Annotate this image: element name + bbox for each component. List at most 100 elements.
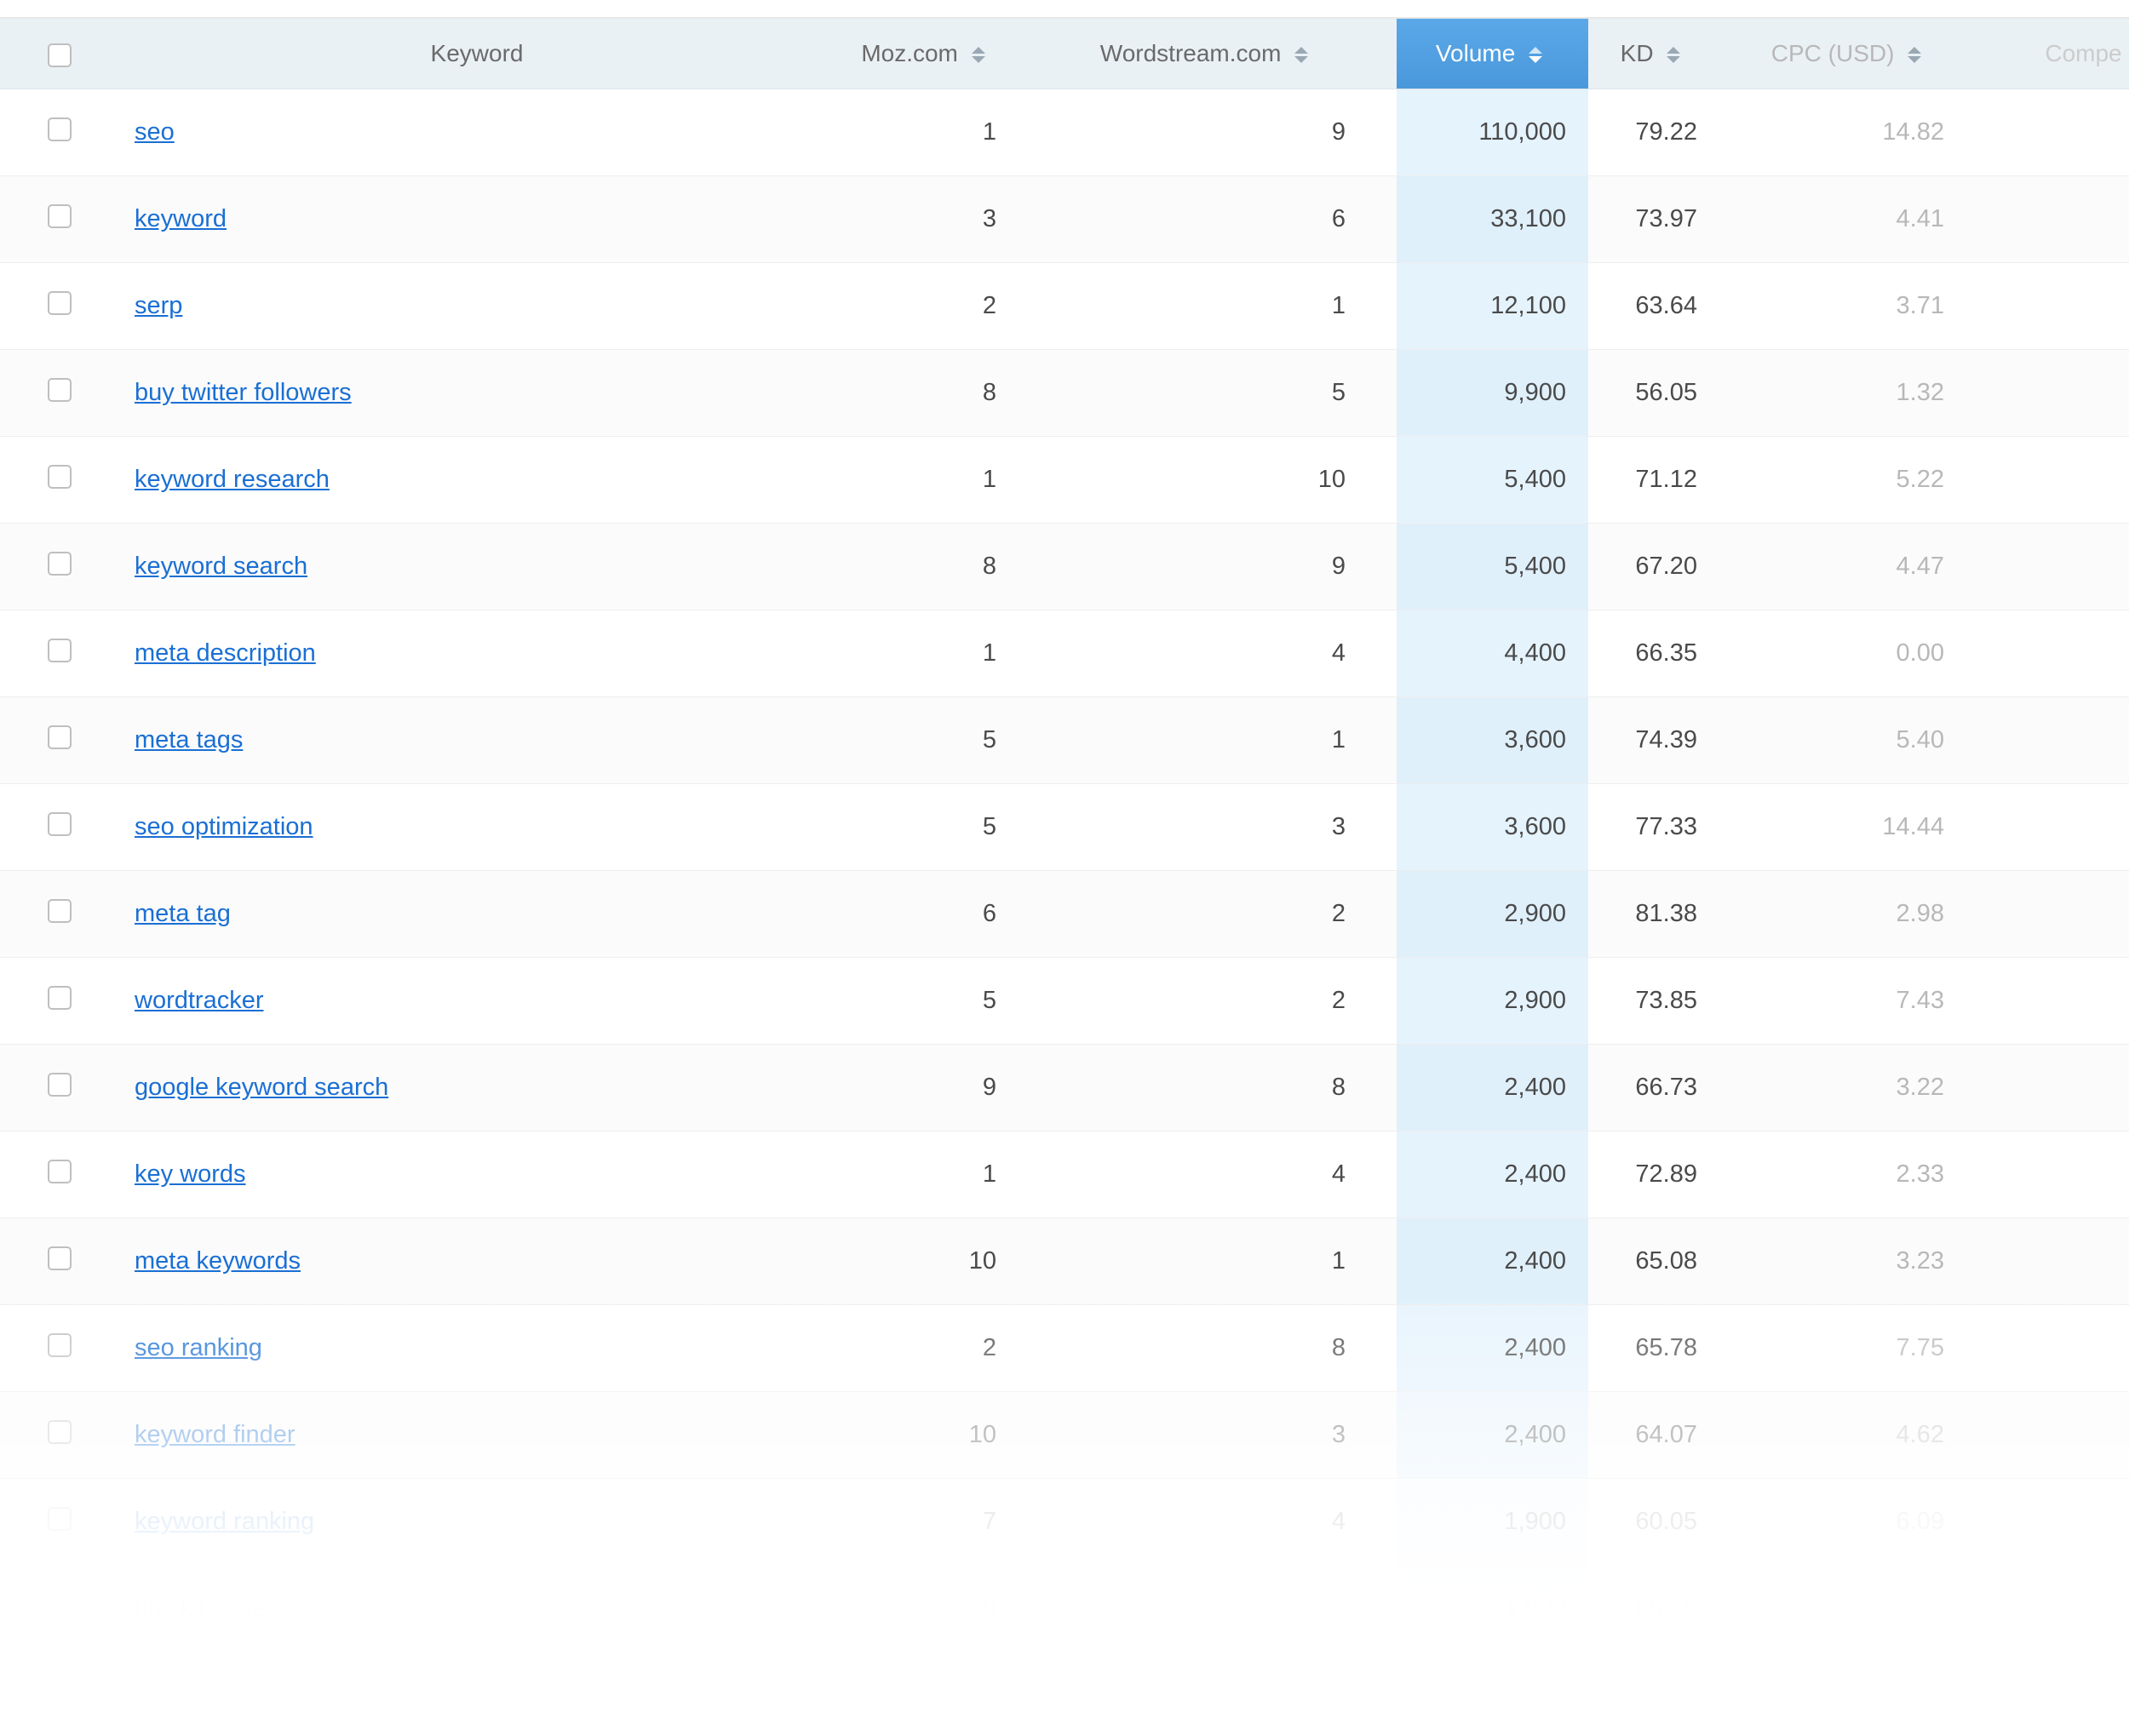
cell-moz: 8 [835,350,1047,437]
sort-icon[interactable] [1294,47,1308,63]
checkbox-row[interactable] [48,1420,72,1444]
checkbox-row[interactable] [48,986,72,1010]
cell-keyword: keyword search [119,524,835,610]
cell-checkbox[interactable] [0,697,119,784]
cell-checkbox[interactable] [0,263,119,350]
keyword-link[interactable]: serp [135,292,182,319]
header-moz[interactable]: Moz.com [835,19,1047,89]
cell-volume: 5,400 [1397,524,1588,610]
cell-wordstream: 1 [1047,697,1397,784]
cell-keyword: black hat seo [119,1566,835,1653]
keyword-link[interactable]: google keyword search [135,1074,388,1101]
cell-moz: 5 [835,784,1047,871]
checkbox-select-all[interactable] [48,43,72,67]
sort-icon[interactable] [1908,47,1921,63]
keyword-link[interactable]: meta description [135,639,316,667]
cell-wordstream: 4 [1047,610,1397,697]
cell-checkbox[interactable] [0,524,119,610]
header-label: Volume [1436,40,1515,66]
cell-checkbox[interactable] [0,437,119,524]
checkbox-row[interactable] [48,291,72,315]
header-label: Wordstream.com [1100,40,1282,66]
cell-moz: 5 [835,697,1047,784]
table-row: seo ranking282,40065.787.75 [0,1305,2129,1392]
keyword-link[interactable]: keyword [135,205,227,232]
cell-checkbox[interactable] [0,176,119,263]
cell-compe [1980,176,2129,263]
checkbox-row[interactable] [48,899,72,923]
checkbox-row[interactable] [48,1246,72,1270]
sort-icon[interactable] [1529,47,1542,63]
header-kd[interactable]: KD [1588,19,1733,89]
checkbox-row[interactable] [48,204,72,228]
cell-checkbox[interactable] [0,1566,119,1653]
keyword-link[interactable]: seo optimization [135,813,313,840]
header-select-all[interactable] [0,19,119,89]
cell-moz: 7 [835,1479,1047,1566]
cell-wordstream: 5 [1047,350,1397,437]
header-keyword[interactable]: Keyword [119,19,835,89]
header-wordstream[interactable]: Wordstream.com [1047,19,1397,89]
keyword-link[interactable]: black hat seo [135,1595,280,1622]
cell-checkbox[interactable] [0,350,119,437]
cell-keyword: keyword [119,176,835,263]
cell-checkbox[interactable] [0,871,119,958]
cell-cpc: 6.87 [1733,1566,1980,1653]
checkbox-row[interactable] [48,1333,72,1357]
checkbox-row[interactable] [48,812,72,836]
cell-cpc: 3.23 [1733,1218,1980,1305]
checkbox-row[interactable] [48,465,72,489]
checkbox-row[interactable] [48,1594,72,1618]
cell-moz: 10 [835,1218,1047,1305]
keyword-link[interactable]: keyword research [135,466,330,493]
table-row: google keyword search982,40066.733.22 [0,1045,2129,1132]
cell-volume: 3,600 [1397,784,1588,871]
checkbox-row[interactable] [48,552,72,576]
checkbox-row[interactable] [48,725,72,749]
cell-checkbox[interactable] [0,610,119,697]
keyword-link[interactable]: buy twitter followers [135,379,352,406]
sort-icon[interactable] [972,47,985,63]
checkbox-row[interactable] [48,378,72,402]
keyword-link[interactable]: meta keywords [135,1247,301,1275]
cell-volume: 12,100 [1397,263,1588,350]
cell-checkbox[interactable] [0,1479,119,1566]
header-compe[interactable]: Compe [1980,19,2129,89]
cell-checkbox[interactable] [0,784,119,871]
keyword-link[interactable]: seo [135,118,175,146]
checkbox-row[interactable] [48,1507,72,1531]
cell-keyword: seo ranking [119,1305,835,1392]
table-row: meta tags513,60074.395.40 [0,697,2129,784]
cell-wordstream: 1 [1047,1566,1397,1653]
header-label: KD [1621,40,1654,66]
keyword-link[interactable]: key words [135,1160,246,1188]
table-row: keyword3633,10073.974.41 [0,176,2129,263]
checkbox-row[interactable] [48,1073,72,1097]
keyword-link[interactable]: keyword ranking [135,1508,314,1535]
keyword-link[interactable]: meta tags [135,726,243,753]
cell-moz: 9 [835,1045,1047,1132]
keyword-link[interactable]: wordtracker [135,987,264,1014]
keyword-link[interactable]: keyword search [135,553,307,580]
header-cpc[interactable]: CPC (USD) [1733,19,1980,89]
cell-moz: 6 [835,871,1047,958]
keyword-link[interactable]: keyword finder [135,1421,296,1448]
cell-checkbox[interactable] [0,1045,119,1132]
cell-volume: 110,000 [1397,89,1588,176]
keyword-link[interactable]: meta tag [135,900,231,927]
checkbox-row[interactable] [48,1160,72,1183]
cell-checkbox[interactable] [0,1132,119,1218]
sort-icon[interactable] [1667,47,1680,63]
cell-checkbox[interactable] [0,1392,119,1479]
cell-checkbox[interactable] [0,958,119,1045]
table-row: meta tag622,90081.382.98 [0,871,2129,958]
header-volume[interactable]: Volume [1397,19,1588,89]
cell-keyword: google keyword search [119,1045,835,1132]
header-label: CPC (USD) [1771,40,1895,66]
checkbox-row[interactable] [48,117,72,141]
keyword-link[interactable]: seo ranking [135,1334,262,1361]
cell-checkbox[interactable] [0,89,119,176]
checkbox-row[interactable] [48,639,72,662]
cell-checkbox[interactable] [0,1218,119,1305]
cell-checkbox[interactable] [0,1305,119,1392]
